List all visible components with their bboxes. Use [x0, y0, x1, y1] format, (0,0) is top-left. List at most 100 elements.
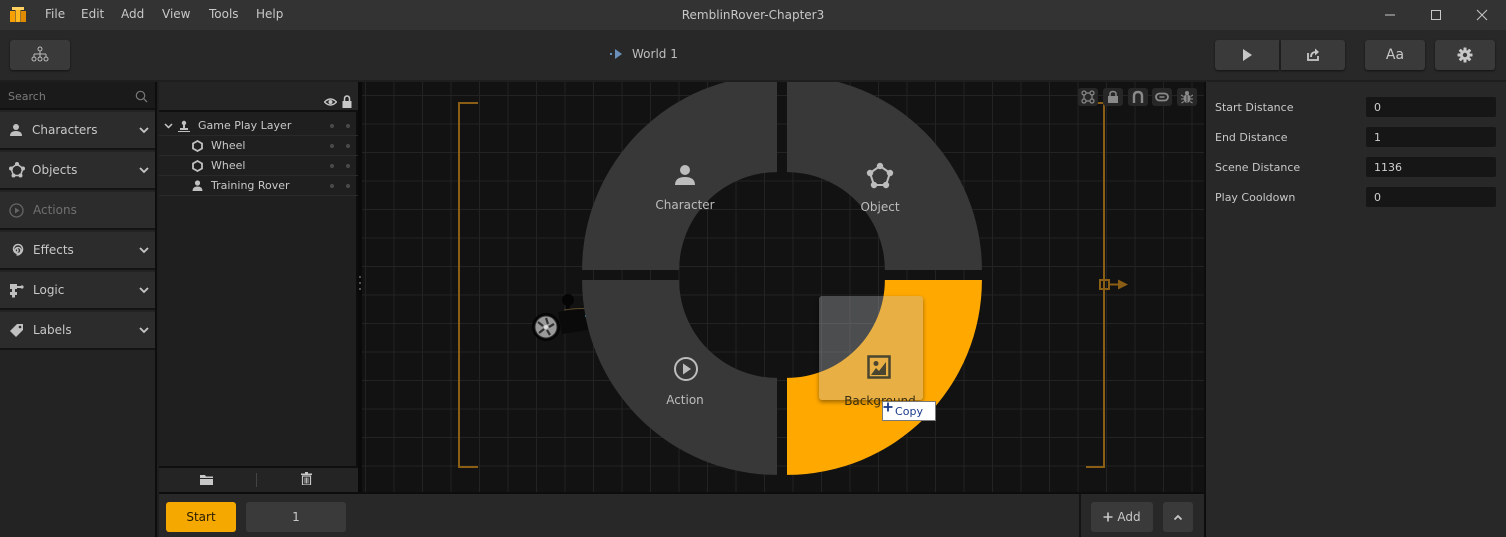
lock-icon[interactable]	[342, 95, 352, 108]
timeline-bar: Start 1 Add	[159, 492, 1204, 537]
trash-icon[interactable]	[301, 472, 312, 485]
scene-distance-input[interactable]	[1366, 157, 1496, 177]
settings-button[interactable]	[1435, 40, 1495, 70]
category-actions: Actions	[0, 192, 155, 230]
folder-icon[interactable]	[200, 474, 213, 485]
category-label: Effects	[33, 243, 74, 257]
add-label: Add	[1117, 510, 1141, 524]
search-box	[0, 82, 155, 110]
footer-divider	[256, 473, 257, 487]
menu-file[interactable]: File	[45, 7, 65, 21]
hierarchy-button[interactable]	[10, 40, 70, 70]
export-button[interactable]	[1281, 40, 1345, 70]
menu-edit[interactable]: Edit	[81, 7, 104, 21]
page-number-field[interactable]: 1	[246, 502, 346, 532]
category-label: Characters	[32, 123, 98, 137]
end-distance-input[interactable]	[1366, 127, 1496, 147]
minimize-icon	[1385, 14, 1395, 16]
category-objects[interactable]: Objects	[0, 152, 155, 190]
play-button[interactable]	[1215, 40, 1279, 70]
training-rover-sprite[interactable]	[528, 288, 628, 352]
close-button[interactable]	[1459, 0, 1505, 30]
visibility-dot[interactable]	[330, 183, 334, 188]
group-nodes-icon	[1081, 90, 1095, 104]
layer-panel: Game Play Layer Wheel Wheel Training Rov…	[159, 82, 358, 492]
hierarchy-icon	[31, 46, 49, 62]
category-label: Actions	[33, 203, 77, 217]
plus-icon	[1103, 512, 1113, 522]
category-effects[interactable]: Effects	[0, 232, 155, 270]
layer-row-wheel[interactable]: Wheel	[159, 156, 358, 176]
menu-view[interactable]: View	[162, 7, 190, 21]
search-icon[interactable]	[135, 90, 148, 103]
menu-tools[interactable]: Tools	[209, 7, 239, 21]
scene-canvas[interactable]	[360, 82, 1204, 492]
lock-dot[interactable]	[346, 123, 350, 128]
lock-dot[interactable]	[346, 143, 350, 148]
logic-blocks-icon	[10, 283, 24, 297]
pentagon-nodes-icon	[9, 162, 25, 178]
gear-icon	[1457, 47, 1473, 63]
chevron-down-icon	[139, 167, 149, 174]
minimize-button[interactable]	[1367, 0, 1413, 30]
search-input[interactable]	[0, 82, 130, 110]
chevron-up-icon	[1173, 514, 1183, 520]
chevron-down-icon	[139, 327, 149, 334]
layer-label: Wheel	[211, 139, 246, 152]
app-logo-icon	[10, 7, 26, 22]
lock-dot[interactable]	[346, 163, 350, 168]
menu-add[interactable]: Add	[121, 7, 144, 21]
category-label: Objects	[32, 163, 78, 177]
eye-icon[interactable]	[324, 97, 337, 107]
maximize-button[interactable]	[1413, 0, 1459, 30]
start-button[interactable]: Start	[166, 502, 236, 532]
visibility-dot[interactable]	[330, 143, 334, 148]
add-button[interactable]: Add	[1091, 502, 1153, 532]
chevron-down-icon	[139, 127, 149, 134]
group-tool-button[interactable]	[1078, 88, 1098, 106]
link-icon	[1155, 92, 1169, 102]
layer-label: Game Play Layer	[198, 119, 292, 132]
link-tool-button[interactable]	[1152, 88, 1172, 106]
menu-help[interactable]: Help	[256, 7, 283, 21]
layer-row-wheel[interactable]: Wheel	[159, 136, 358, 156]
prop-scene-distance: Scene Distance	[1206, 152, 1506, 182]
lock-tool-button[interactable]	[1103, 88, 1123, 106]
chevron-down-icon[interactable]	[164, 122, 173, 130]
scene-end-handle[interactable]	[1098, 278, 1132, 292]
prop-end-distance: End Distance	[1206, 122, 1506, 152]
prop-play-cooldown: Play Cooldown	[1206, 182, 1506, 212]
category-logic[interactable]: Logic	[0, 272, 155, 310]
person-icon	[192, 179, 203, 191]
prop-label: Scene Distance	[1215, 160, 1301, 174]
play-icon	[1243, 49, 1252, 61]
start-distance-input[interactable]	[1366, 97, 1496, 117]
world-arrow-icon	[610, 49, 622, 59]
prop-label: Start Distance	[1215, 100, 1294, 114]
lock-dot[interactable]	[346, 183, 350, 188]
debug-tool-button[interactable]	[1177, 88, 1197, 106]
layer-row-game-play-layer[interactable]: Game Play Layer	[159, 116, 358, 136]
asset-sidebar: Characters Objects Actions Effects Logic…	[0, 82, 157, 537]
font-button[interactable]: Aa	[1365, 40, 1425, 70]
visibility-dot[interactable]	[330, 123, 334, 128]
scene-bounds	[458, 102, 1105, 468]
visibility-dot[interactable]	[330, 163, 334, 168]
chevron-down-icon	[139, 287, 149, 294]
breadcrumb[interactable]: World 1	[610, 47, 678, 61]
magnet-tool-button[interactable]	[1128, 88, 1148, 106]
category-labels[interactable]: Labels	[0, 312, 155, 350]
layer-icon	[178, 120, 190, 132]
toolbar: World 1 Aa	[0, 30, 1506, 80]
play-cooldown-input[interactable]	[1366, 187, 1496, 207]
category-characters[interactable]: Characters	[0, 112, 155, 150]
layer-row-training-rover[interactable]: Training Rover	[159, 176, 358, 196]
layer-footer	[159, 466, 358, 492]
panel-splitter[interactable]	[358, 82, 362, 492]
hexagon-icon	[192, 139, 203, 152]
layer-header	[159, 82, 358, 112]
expand-up-button[interactable]	[1163, 502, 1193, 532]
scene-start-bracket	[458, 102, 478, 468]
layer-label: Wheel	[211, 159, 246, 172]
person-icon	[10, 124, 22, 136]
